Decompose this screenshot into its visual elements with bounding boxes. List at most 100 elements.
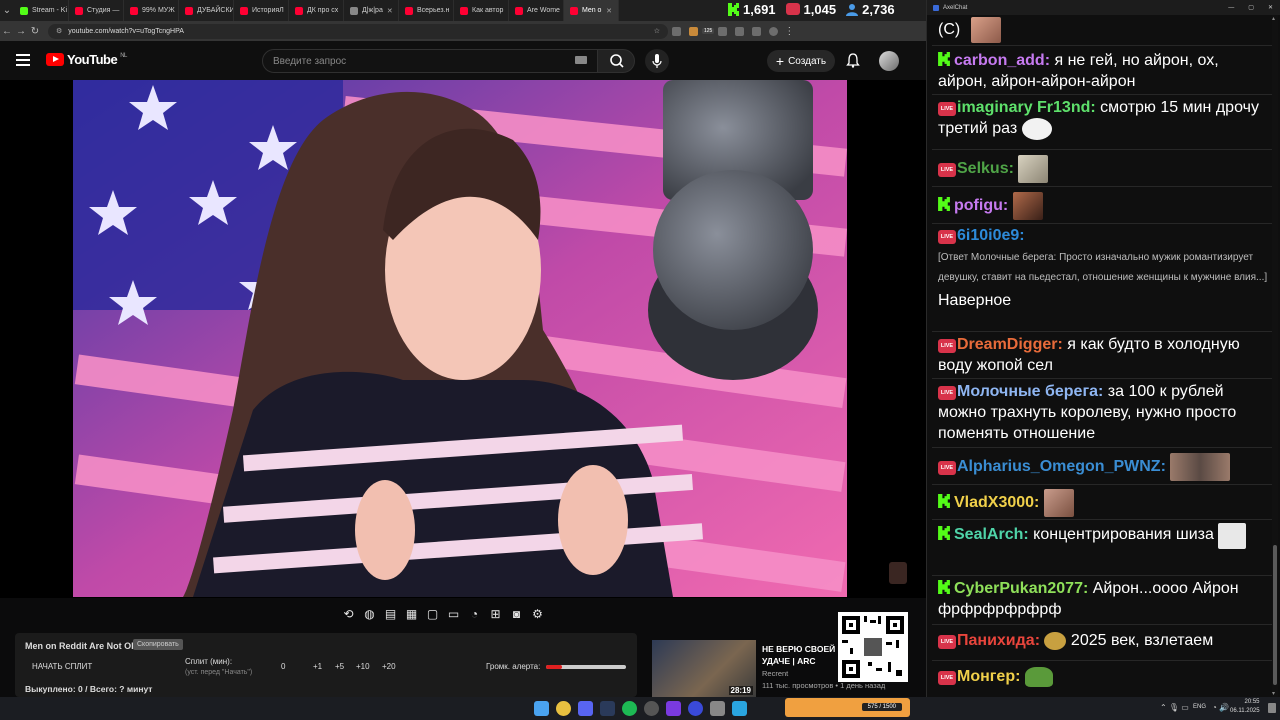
youtube-logo[interactable]: YouTube NL: [46, 52, 127, 67]
reload-icon[interactable]: ↻: [28, 26, 42, 37]
browser-tab[interactable]: Д|ж|ра ✕: [344, 0, 399, 21]
keyboard-language[interactable]: ENG: [1193, 704, 1206, 710]
forward-icon[interactable]: →: [14, 26, 28, 37]
extensions-puzzle-icon[interactable]: [735, 26, 745, 36]
chat-username[interactable]: Alpharius_Omegon_PWNZ:: [957, 458, 1166, 475]
clapperboard-icon[interactable]: ▦: [403, 607, 420, 621]
steam-icon[interactable]: [600, 701, 615, 716]
browser-tab[interactable]: ИсторияЛ✕: [234, 0, 289, 21]
hamburger-menu-icon[interactable]: [16, 53, 30, 71]
settings-gear-icon[interactable]: ⚙: [529, 607, 546, 621]
browser-tab[interactable]: ДК про сх✕: [289, 0, 344, 21]
browser-tab[interactable]: Are Wome✕: [509, 0, 564, 21]
site-info-icon[interactable]: ⚙: [56, 27, 62, 35]
app-icon[interactable]: [710, 701, 725, 716]
voice-search-button[interactable]: [645, 49, 669, 73]
increment-button[interactable]: +5: [335, 662, 344, 671]
profile-icon[interactable]: [769, 26, 779, 36]
loop-icon[interactable]: ⟲: [340, 607, 357, 621]
screen-icon[interactable]: ▭: [445, 607, 462, 621]
chat-username[interactable]: SealArch:: [954, 526, 1029, 543]
chat-scrollbar[interactable]: ▴ ▾: [1272, 15, 1278, 697]
chat-username[interactable]: Молочные берега:: [957, 383, 1103, 400]
video-frame[interactable]: [73, 80, 847, 597]
close-icon[interactable]: ✕: [1268, 4, 1273, 11]
youtube-search-input[interactable]: Введите запрос: [262, 49, 598, 73]
tab-favicon-icon: [295, 6, 303, 15]
chrome-icon[interactable]: [556, 701, 571, 716]
rec-channel-name[interactable]: Recrent: [762, 669, 788, 678]
increment-button[interactable]: +10: [356, 662, 370, 671]
notifications-icon[interactable]: [1268, 703, 1276, 713]
add-box-icon[interactable]: ⊞: [487, 607, 504, 621]
back-icon[interactable]: ←: [0, 26, 14, 37]
playlist-add-icon[interactable]: ▤: [382, 607, 399, 621]
notifications-bell-icon[interactable]: [846, 53, 860, 73]
extension-icon[interactable]: [718, 26, 728, 36]
chat-username[interactable]: VladX3000:: [954, 494, 1039, 511]
chat-username[interactable]: 6i10i0e9:: [957, 227, 1025, 244]
discord-icon[interactable]: [578, 701, 593, 716]
channel-watermark-icon[interactable]: [889, 562, 907, 584]
youtube-search-button[interactable]: [597, 49, 635, 73]
chat-username[interactable]: carbon_add:: [954, 52, 1050, 69]
network-volume-icons[interactable]: ◔ 🔊: [1212, 703, 1229, 712]
chat-username[interactable]: imaginary Fr13nd:: [957, 99, 1096, 116]
tab-close-icon[interactable]: ✕: [606, 7, 612, 15]
extension-icon[interactable]: [689, 26, 698, 36]
browser-tab[interactable]: Stream - Ki✕: [14, 0, 69, 21]
download-icon[interactable]: [752, 26, 762, 36]
chat-username[interactable]: DreamDigger:: [957, 336, 1063, 353]
telegram-icon[interactable]: [732, 701, 747, 716]
video-thumbnail[interactable]: 28:19: [652, 640, 756, 697]
alert-volume-slider[interactable]: [546, 665, 626, 669]
screenshot-icon[interactable]: ◙: [508, 607, 525, 621]
tab-close-icon[interactable]: ✕: [387, 7, 393, 15]
browser-tab[interactable]: 99% МУЖ✕: [124, 0, 179, 21]
browser-tab[interactable]: ДУБАЙСКИ✕: [179, 0, 234, 21]
app-icon[interactable]: [666, 701, 681, 716]
start-split-button[interactable]: НАЧАТЬ СПЛИТ: [32, 662, 92, 671]
fit-screen-icon[interactable]: ▢: [424, 607, 441, 621]
chat-username[interactable]: Монгер:: [957, 668, 1020, 685]
increment-button[interactable]: +20: [382, 662, 396, 671]
scroll-up-icon[interactable]: ▴: [1272, 15, 1275, 22]
extension-icon[interactable]: [672, 26, 681, 36]
chat-username[interactable]: Selkus:: [957, 160, 1014, 177]
chat-scrollbar-thumb[interactable]: [1273, 545, 1277, 685]
windows-start-icon[interactable]: [534, 701, 549, 716]
split-value[interactable]: 0: [281, 662, 285, 671]
browser-tab[interactable]: Как автор✕: [454, 0, 509, 21]
video-player[interactable]: [0, 80, 926, 598]
browser-tab[interactable]: Всерьез.н✕: [399, 0, 454, 21]
tray-icons[interactable]: ⌃ 🎙 ▭: [1160, 703, 1189, 712]
audio-icon[interactable]: ◍: [361, 607, 378, 621]
menu-dots-icon[interactable]: ⋮: [782, 26, 796, 37]
browser-tab[interactable]: Студия — ✕: [69, 0, 124, 21]
keyboard-icon[interactable]: [575, 56, 587, 64]
speed-icon[interactable]: ◔: [466, 607, 483, 621]
minimize-icon[interactable]: —: [1228, 5, 1234, 11]
obs-icon[interactable]: [644, 701, 659, 716]
app-icon[interactable]: [688, 701, 703, 716]
chat-username[interactable]: CyberPukan2077:: [954, 580, 1088, 597]
rec-video-title[interactable]: НЕ ВЕРЮ СВОЕЙ УДАЧЕ | ARC RAIDERS: [762, 643, 838, 668]
copy-button[interactable]: Скопировать: [133, 639, 183, 650]
recommended-video[interactable]: 28:19 НЕ ВЕРЮ СВОЕЙ УДАЧЕ | ARC RAIDERS …: [652, 612, 922, 700]
game-widget[interactable]: 575 / 1500: [785, 698, 910, 717]
rocket-emote: [1044, 631, 1067, 650]
maximize-icon[interactable]: ▢: [1248, 4, 1254, 11]
spotify-icon[interactable]: [622, 701, 637, 716]
browser-tab[interactable]: Men o ✕: [564, 0, 619, 21]
user-avatar[interactable]: [879, 51, 899, 71]
create-button[interactable]: + Создать: [767, 50, 835, 72]
scroll-down-icon[interactable]: ▾: [1272, 690, 1275, 697]
bookmark-star-icon[interactable]: ☆: [654, 27, 660, 35]
tab-search-icon[interactable]: ⌄: [0, 5, 14, 16]
clock-time[interactable]: 20:55: [1240, 699, 1264, 705]
clock-date[interactable]: 06.11.2025: [1230, 708, 1260, 714]
increment-button[interactable]: +1: [313, 662, 322, 671]
chat-username[interactable]: Панихида:: [957, 632, 1040, 649]
url-input[interactable]: ⚙ youtube.com/watch?v=uTogTcngHPA ☆: [48, 23, 668, 39]
chat-username[interactable]: pofigu:: [954, 197, 1008, 214]
